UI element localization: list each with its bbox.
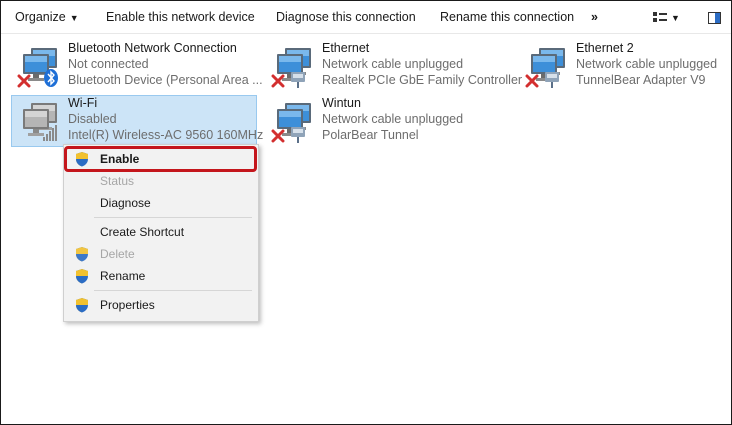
adapter-wifi[interactable]: Wi-Fi Disabled Intel(R) Wireless-AC 9560… (11, 95, 263, 147)
adapter-device: Intel(R) Wireless-AC 9560 160MHz (68, 128, 264, 142)
chevron-down-icon: ▼ (69, 13, 79, 23)
menu-item-rename[interactable]: Rename (64, 265, 258, 287)
menu-item-label: Diagnose (100, 196, 151, 210)
adapter-name: Wintun (322, 96, 361, 110)
menu-item-label: Status (100, 174, 135, 188)
preview-pane-button[interactable] (708, 1, 721, 33)
uac-shield-icon (76, 269, 88, 284)
adapter-name: Wi-Fi (68, 96, 98, 110)
ethernet-adapter-icon (525, 48, 565, 88)
bluetooth-adapter-icon (17, 48, 58, 88)
more-commands-button[interactable]: » (591, 1, 598, 33)
menu-item-status: Status (64, 170, 258, 192)
menu-item-create-shortcut[interactable]: Create Shortcut (64, 221, 258, 243)
adapter-status: Network cable unplugged (322, 112, 464, 126)
chevron-down-icon: ▼ (671, 13, 680, 23)
menu-item-label: Create Shortcut (100, 225, 185, 239)
command-bar: Organize ▼ Enable this network device Dia… (1, 1, 731, 34)
adapter-device: PolarBear Tunnel (322, 128, 419, 142)
adapter-status: Network cable unplugged (576, 57, 718, 71)
adapter-device: Realtek PCIe GbE Family Controller (322, 73, 523, 87)
view-options-button[interactable]: ▼ (653, 1, 680, 33)
adapter-name: Ethernet 2 (576, 41, 634, 55)
menu-item-properties[interactable]: Properties (64, 294, 258, 316)
preview-pane-icon (708, 11, 721, 24)
menu-item-label: Delete (100, 247, 135, 261)
uac-shield-icon (76, 298, 88, 313)
enable-highlight-box (64, 146, 257, 172)
adapter-device: TunnelBear Adapter V9 (576, 73, 706, 87)
adapter-ethernet-2[interactable]: Ethernet 2 Network cable unplugged Tunne… (519, 40, 729, 92)
organize-button[interactable]: Organize ▼ (15, 1, 79, 33)
rename-button[interactable]: Rename this connection (440, 1, 574, 33)
menu-item-delete: Delete (64, 243, 258, 265)
menu-item-diagnose[interactable]: Diagnose (64, 192, 258, 214)
adapter-name: Bluetooth Network Connection (68, 41, 237, 55)
ethernet-adapter-icon (271, 103, 311, 143)
diagnose-button[interactable]: Diagnose this connection (276, 1, 416, 33)
view-icon (653, 11, 667, 22)
adapter-status: Network cable unplugged (322, 57, 464, 71)
menu-separator (94, 290, 252, 291)
uac-shield-icon (76, 247, 88, 262)
wifi-adapter-icon (23, 103, 57, 141)
organize-label: Organize (15, 10, 66, 24)
adapter-ethernet[interactable]: Ethernet Network cable unplugged Realtek… (265, 40, 522, 92)
ethernet-adapter-icon (271, 48, 311, 88)
menu-item-label: Rename (100, 269, 146, 283)
adapter-status: Disabled (68, 112, 117, 126)
adapter-status: Not connected (68, 57, 149, 71)
adapter-name: Ethernet (322, 41, 370, 55)
menu-item-label: Properties (100, 298, 155, 312)
enable-device-button[interactable]: Enable this network device (106, 1, 255, 33)
menu-separator (94, 217, 252, 218)
network-connections-window: Organize ▼ Enable this network device Dia… (0, 0, 732, 425)
adapter-wintun[interactable]: Wintun Network cable unplugged PolarBear… (265, 95, 511, 147)
adapter-device: Bluetooth Device (Personal Area ... (68, 73, 263, 87)
adapter-bluetooth[interactable]: Bluetooth Network Connection Not connect… (11, 40, 263, 92)
